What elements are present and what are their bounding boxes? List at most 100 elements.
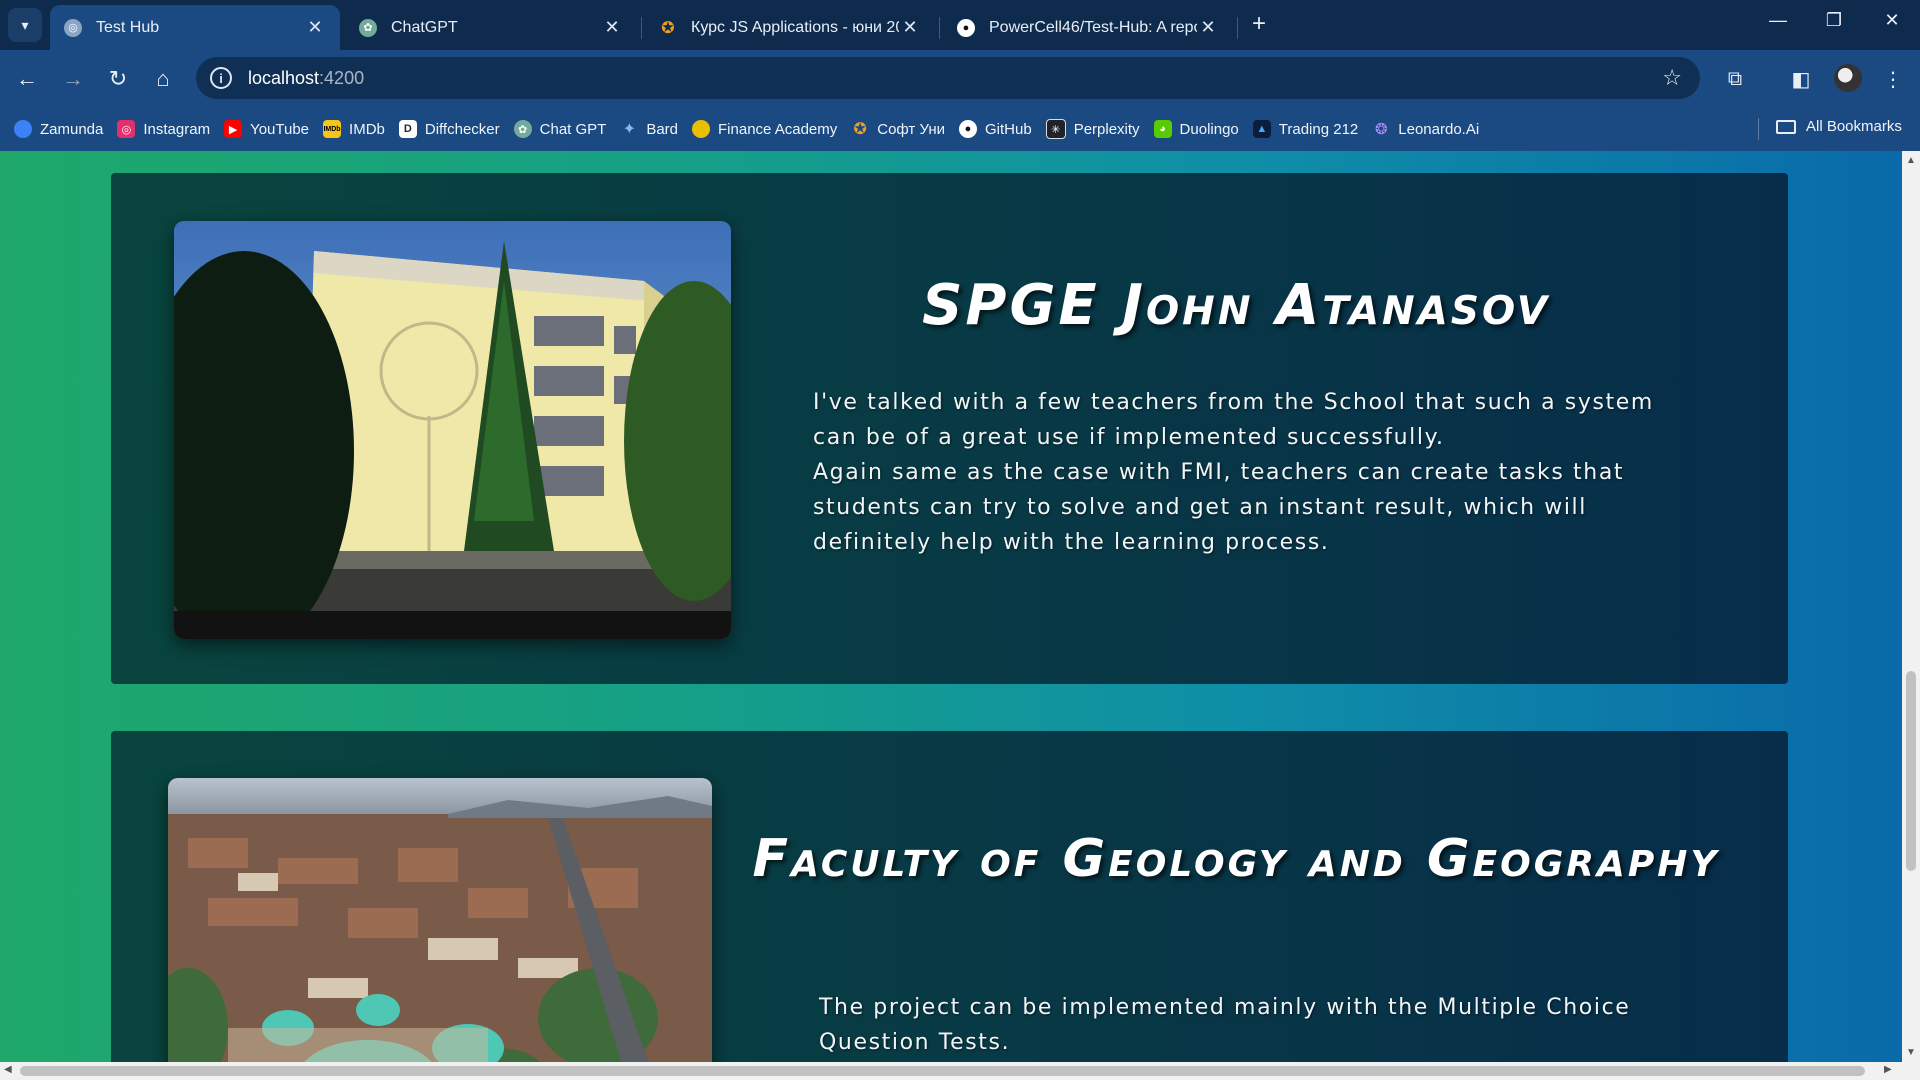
close-tab-icon[interactable]: ✕ — [304, 17, 326, 38]
bookmarks-divider — [1758, 118, 1759, 140]
bookmark-finance-academy[interactable]: Finance Academy — [692, 120, 837, 138]
bookmark-label: Софт Уни — [877, 120, 945, 138]
extensions-button[interactable]: ⧉ — [1720, 64, 1750, 94]
bookmark-label: GitHub — [985, 120, 1032, 138]
tab-separator — [641, 17, 642, 39]
bookmark-github[interactable]: ● GitHub — [959, 120, 1032, 138]
duolingo-icon: ◕ — [1153, 120, 1172, 138]
forward-button[interactable]: → — [58, 64, 88, 94]
trading212-icon: ▲ — [1252, 120, 1271, 138]
bookmark-imdb[interactable]: IMDb IMDb — [323, 120, 385, 138]
page-viewport: SPGE John Atanasov I've talked with a fe… — [0, 151, 1902, 1062]
close-tab-icon[interactable]: ✕ — [601, 17, 623, 38]
bookmark-leonardo[interactable]: ❂ Leonardo.Ai — [1372, 120, 1480, 139]
imdb-icon: IMDb — [323, 120, 342, 138]
restore-button[interactable]: ❐ — [1814, 10, 1854, 31]
side-panel-icon: ◧ — [1791, 68, 1811, 91]
restore-icon: ❐ — [1825, 10, 1843, 30]
zamunda-icon — [14, 120, 32, 138]
bookmark-youtube[interactable]: ▶ YouTube — [224, 120, 309, 138]
softuni-icon: ✪ — [853, 121, 867, 138]
bookmark-label: Bard — [646, 120, 679, 138]
minimize-button[interactable]: — — [1758, 10, 1798, 31]
tab-separator — [1237, 17, 1238, 39]
site-info-icon[interactable]: i — [210, 67, 232, 89]
home-icon: ⌂ — [156, 66, 170, 91]
chatgpt-icon: ✿ — [359, 18, 377, 37]
card-description: I've talked with a few teachers from the… — [813, 385, 1693, 560]
tab-js-applications[interactable]: ✪ Курс JS Applications - юни 202 ✕ — [645, 5, 935, 50]
bookmark-star-icon[interactable]: ☆ — [1662, 65, 1682, 91]
more-vertical-icon: ⋮ — [1883, 68, 1903, 91]
back-button[interactable]: ← — [12, 64, 42, 94]
bookmark-label: Perplexity — [1073, 120, 1140, 138]
vertical-scroll-thumb[interactable] — [1906, 671, 1916, 871]
tab-title: ChatGPT — [391, 18, 458, 36]
card-paragraph: I've talked with a few teachers from the… — [813, 390, 1654, 450]
tab-chatgpt[interactable]: ✿ ChatGPT ✕ — [345, 5, 637, 50]
reload-button[interactable]: ↻ — [103, 64, 133, 94]
address-url[interactable]: localhost:4200 — [248, 68, 364, 89]
bookmark-softuni[interactable]: ✪ Софт Уни — [851, 120, 945, 139]
tab-search-button[interactable]: ▾ — [8, 8, 42, 42]
scroll-down-icon[interactable]: ▼ — [1906, 1047, 1916, 1058]
youtube-icon: ▶ — [224, 120, 243, 138]
bard-icon: ✦ — [622, 121, 637, 138]
sofia-aerial-photo — [168, 778, 712, 1062]
scroll-up-icon[interactable]: ▲ — [1906, 155, 1916, 166]
scroll-right-icon[interactable]: ▶ — [1884, 1064, 1892, 1075]
all-bookmarks-label: All Bookmarks — [1806, 118, 1902, 135]
horizontal-scrollbar[interactable]: ◀ ▶ — [0, 1062, 1920, 1080]
bookmark-label: Leonardo.Ai — [1398, 120, 1480, 138]
minimize-icon: — — [1769, 10, 1787, 30]
tab-strip: ▾ ◎ Test Hub ✕ ✿ ChatGPT ✕ ✪ Курс JS App… — [0, 0, 1920, 50]
bookmark-instagram[interactable]: ◎ Instagram — [117, 120, 210, 138]
school-building-image — [174, 221, 731, 639]
close-tab-icon[interactable]: ✕ — [1197, 17, 1219, 38]
bookmark-label: IMDb — [349, 120, 385, 138]
tab-title: Test Hub — [96, 18, 160, 36]
tab-title: Курс JS Applications - юни 202 — [691, 18, 899, 36]
card-paragraph: The project can be implemented mainly wi… — [819, 995, 1631, 1055]
bookmark-label: Finance Academy — [718, 120, 838, 138]
home-button[interactable]: ⌂ — [148, 64, 178, 94]
card-title: SPGE John Atanasov — [922, 273, 1550, 338]
tab-separator — [939, 17, 940, 39]
bookmark-bard[interactable]: ✦ Bard — [620, 120, 679, 139]
chevron-down-icon: ▾ — [21, 16, 29, 33]
tab-github-repo[interactable]: ● PowerCell46/Test-Hub: A reposi ✕ — [943, 5, 1233, 50]
close-tab-icon[interactable]: ✕ — [899, 17, 921, 38]
scroll-left-icon[interactable]: ◀ — [4, 1064, 12, 1075]
bookmark-label: Diffchecker — [424, 120, 500, 138]
horizontal-scroll-thumb[interactable] — [20, 1066, 1865, 1076]
side-panel-button[interactable]: ◧ — [1786, 64, 1816, 94]
card-paragraph: Again same as the case with FMI, teacher… — [813, 460, 1625, 555]
bookmarks-bar: Zamunda ◎ Instagram ▶ YouTube IMDb IMDb … — [0, 107, 1920, 151]
school-card: SPGE John Atanasov I've talked with a fe… — [111, 173, 1788, 684]
tab-test-hub[interactable]: ◎ Test Hub ✕ — [50, 5, 340, 50]
bookmark-zamunda[interactable]: Zamunda — [14, 120, 103, 138]
bookmark-perplexity[interactable]: ✳ Perplexity — [1045, 119, 1140, 139]
globe-icon: ◎ — [64, 18, 82, 37]
card-description: The project can be implemented mainly wi… — [819, 990, 1699, 1060]
diffchecker-icon: D — [398, 120, 417, 138]
vertical-scrollbar[interactable]: ▲ ▼ — [1902, 151, 1920, 1062]
bookmark-label: Instagram — [143, 120, 211, 138]
chatgpt-icon: ✿ — [513, 120, 532, 138]
bookmark-trading-212[interactable]: ▲ Trading 212 — [1252, 120, 1358, 138]
bookmark-label: Chat GPT — [539, 120, 607, 138]
tab-title: PowerCell46/Test-Hub: A reposi — [989, 18, 1197, 36]
new-tab-button[interactable]: + — [1244, 10, 1274, 38]
bookmark-diffchecker[interactable]: D Diffchecker — [398, 120, 500, 138]
bookmark-chat-gpt[interactable]: ✿ Chat GPT — [513, 120, 607, 138]
folder-icon — [1776, 119, 1796, 134]
city-aerial-image — [168, 778, 712, 1062]
close-window-button[interactable]: ✕ — [1872, 10, 1912, 31]
bookmark-duolingo[interactable]: ◕ Duolingo — [1153, 120, 1239, 138]
address-bar[interactable]: i localhost:4200 ☆ — [196, 57, 1700, 99]
all-bookmarks-button[interactable]: All Bookmarks — [1776, 118, 1902, 135]
bookmark-label: YouTube — [250, 120, 310, 138]
url-host: localhost — [248, 67, 320, 88]
browser-menu-button[interactable]: ⋮ — [1878, 64, 1908, 94]
profile-avatar[interactable] — [1834, 64, 1862, 92]
